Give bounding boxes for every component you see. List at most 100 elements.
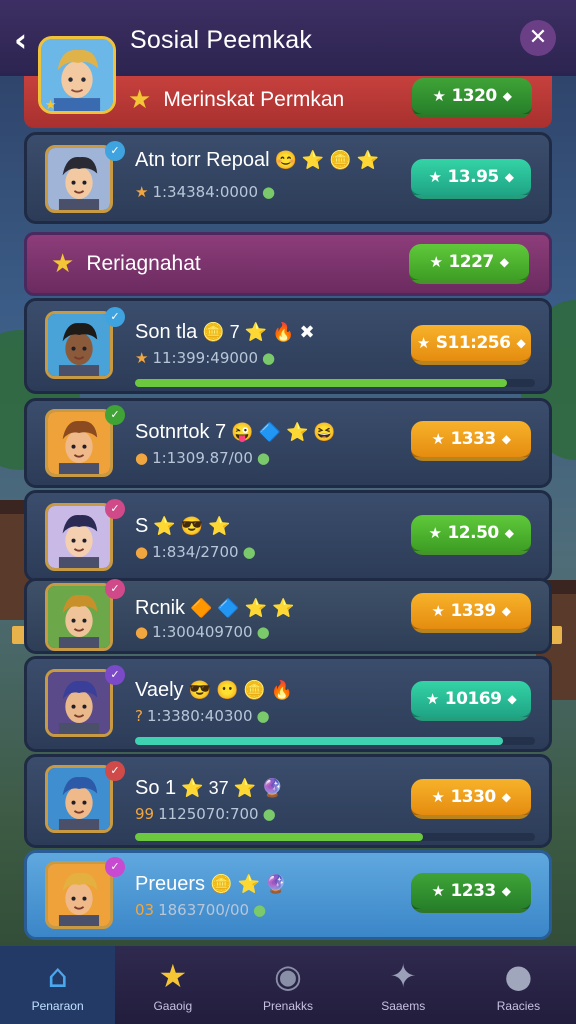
- player-avatar[interactable]: [45, 861, 113, 929]
- player-card[interactable]: ✓ S ⭐ 😎 ⭐ ● 1:834/2700 ● ★ 12.50 ◆: [24, 490, 552, 582]
- score-value: 1227: [448, 252, 494, 272]
- banner-top-label: Merinskat Permkan: [163, 88, 345, 111]
- star-icon: ★: [425, 690, 439, 708]
- achievement-icons: 😎 😶 🪙 🔥: [188, 680, 294, 700]
- progress-fill: [135, 379, 507, 387]
- banner-top-score-button[interactable]: ★ 1320 ◆: [412, 78, 532, 118]
- player-card[interactable]: ✓ Rcnik 🔶 🔷 ⭐ ⭐ ● 1:300409700 ● ★ 1339 ◆: [24, 578, 552, 654]
- stat-prefix: ★: [135, 349, 149, 367]
- player-stats: ● 1:834/2700 ●: [135, 543, 256, 561]
- progress-fill: [135, 833, 423, 841]
- player-name: Preuers: [135, 873, 206, 895]
- player-card[interactable]: ✓ So 1 ⭐ 37 ⭐ 🔮 99 1125070:700 ● ★ 1330 ◆: [24, 754, 552, 848]
- player-score-button[interactable]: ★ 10169 ◆: [411, 681, 531, 721]
- nav-item-user[interactable]: ● Raacies: [461, 946, 576, 1024]
- banner-section-header: ★ Reriagnahat ★ 1227 ◆: [24, 232, 552, 296]
- player-name: Atn torr Repoal: [135, 149, 270, 171]
- avatar-badge-icon: ✓: [105, 141, 125, 161]
- achievement-icons: 😜 🔷 ⭐ 😆: [231, 422, 336, 442]
- player-stats: 99 1125070:700 ●: [135, 805, 276, 823]
- profile-circle-icon: ◉: [274, 957, 302, 995]
- player-name: So 1: [135, 777, 177, 799]
- player-portrait: [48, 506, 110, 568]
- stat-prefix: ●: [135, 543, 149, 561]
- diamond-icon: ◆: [501, 884, 511, 898]
- player-score-button[interactable]: ★ 1339 ◆: [411, 593, 531, 633]
- player-score-button[interactable]: ★ S11:256 ◆: [411, 325, 531, 365]
- player-stats: ★ 1:34384:0000 ●: [135, 183, 275, 201]
- diamond-icon: ◆: [501, 432, 511, 446]
- player-score-button[interactable]: ★ 13.95 ◆: [411, 159, 531, 199]
- player-name: Sotnrtok 7: [135, 421, 227, 443]
- stat-value: 1:1309.87/00: [152, 449, 253, 467]
- star-icon: ★: [428, 168, 442, 186]
- score-value: 1330: [450, 787, 496, 807]
- check-circle-icon: ●: [242, 543, 256, 561]
- player-stats: ★ 11:399:49000 ●: [135, 349, 275, 367]
- profile-avatar[interactable]: ★: [38, 36, 116, 114]
- star-icon: ★: [429, 253, 443, 271]
- score-value: 1233: [450, 881, 496, 901]
- avatar-badge-icon: ✓: [105, 499, 125, 519]
- player-name: S: [135, 515, 149, 537]
- check-circle-icon: ●: [262, 805, 276, 823]
- svg-text:★: ★: [45, 98, 57, 111]
- player-card[interactable]: ✓ Atn torr Repoal 😊 ⭐ 🪙 ⭐ ★ 1:34384:0000 ● …: [24, 132, 552, 224]
- player-avatar[interactable]: [45, 583, 113, 651]
- player-name-row: Sotnrtok 7 😜 🔷 ⭐ 😆: [135, 421, 336, 444]
- nav-item-star[interactable]: ★ Gaaoig: [115, 946, 230, 1024]
- stat-prefix: ?: [135, 707, 143, 725]
- nav-label: Prenakks: [262, 999, 314, 1013]
- stat-value: 1:34384:0000: [152, 183, 258, 201]
- bottom-navigation: ⌂ Penaraon ★ Gaaoig ◉ Prenakks ✦ Saaems …: [0, 946, 576, 1024]
- stat-value: 11:399:49000: [152, 349, 258, 367]
- player-name-row: Preuers 🪙 ⭐ 🔮: [135, 873, 287, 896]
- nav-item-profile-circle[interactable]: ◉ Prenakks: [230, 946, 345, 1024]
- player-name-row: Vaely 😎 😶 🪙 🔥: [135, 679, 293, 702]
- stat-value: 1863700/00: [158, 901, 250, 919]
- check-circle-icon: ●: [253, 901, 267, 919]
- player-score-button[interactable]: ★ 1330 ◆: [411, 779, 531, 819]
- check-circle-icon: ●: [256, 623, 270, 641]
- player-avatar[interactable]: [45, 669, 113, 737]
- player-stats: ● 1:1309.87/00 ●: [135, 449, 270, 467]
- player-card[interactable]: ✓ Son tla 🪙 7 ⭐ 🔥 ✖ ★ 11:399:49000 ● ★ S11:2…: [24, 298, 552, 394]
- player-avatar[interactable]: [45, 145, 113, 213]
- banner-mid-score-button[interactable]: ★ 1227 ◆: [409, 244, 529, 284]
- player-name-row: Atn torr Repoal 😊 ⭐ 🪙 ⭐: [135, 149, 379, 172]
- nav-label: Penaraon: [31, 999, 84, 1013]
- score-value: 1320: [451, 86, 497, 106]
- nav-item-puzzle[interactable]: ✦ Saaems: [346, 946, 461, 1024]
- star-icon: ★: [431, 788, 445, 806]
- diamond-icon: ◆: [504, 170, 514, 184]
- player-card[interactable]: ✓ Vaely 😎 😶 🪙 🔥 ? 1:3380:40300 ● ★ 10169 ◆: [24, 656, 552, 752]
- player-card[interactable]: ✓ Preuers 🪙 ⭐ 🔮 03 1863700/00 ● ★ 1233 ◆: [24, 850, 552, 940]
- player-stats: ● 1:300409700 ●: [135, 623, 270, 641]
- player-name-row: Son tla 🪙 7 ⭐ 🔥 ✖: [135, 321, 315, 344]
- diamond-icon: ◆: [507, 692, 517, 706]
- score-value: 12.50: [447, 523, 499, 543]
- player-portrait: [48, 586, 110, 648]
- player-card[interactable]: ✓ Sotnrtok 7 😜 🔷 ⭐ 😆 ● 1:1309.87/00 ● ★ 1333…: [24, 398, 552, 488]
- player-avatar[interactable]: [45, 503, 113, 571]
- achievement-icons: ⭐ 37 ⭐ 🔮: [181, 778, 284, 798]
- player-avatar[interactable]: [45, 409, 113, 477]
- player-name: Son tla: [135, 321, 198, 343]
- player-progress-bar: [135, 833, 535, 841]
- player-portrait: [48, 864, 110, 926]
- player-stats: ? 1:3380:40300 ●: [135, 707, 270, 725]
- star-icon: ★: [428, 524, 442, 542]
- player-score-button[interactable]: ★ 1333 ◆: [411, 421, 531, 461]
- player-avatar[interactable]: [45, 765, 113, 833]
- stat-value: 1125070:700: [158, 805, 259, 823]
- avatar-badge-icon: ✓: [105, 405, 125, 425]
- player-avatar[interactable]: [45, 311, 113, 379]
- nav-item-home[interactable]: ⌂ Penaraon: [0, 946, 116, 1024]
- player-portrait: [48, 412, 110, 474]
- player-score-button[interactable]: ★ 12.50 ◆: [411, 515, 531, 555]
- close-icon[interactable]: ✕: [520, 20, 556, 56]
- star-icon: ★: [416, 334, 430, 352]
- score-value: 1339: [450, 601, 496, 621]
- star-icon: ★: [158, 957, 188, 995]
- player-score-button[interactable]: ★ 1233 ◆: [411, 873, 531, 913]
